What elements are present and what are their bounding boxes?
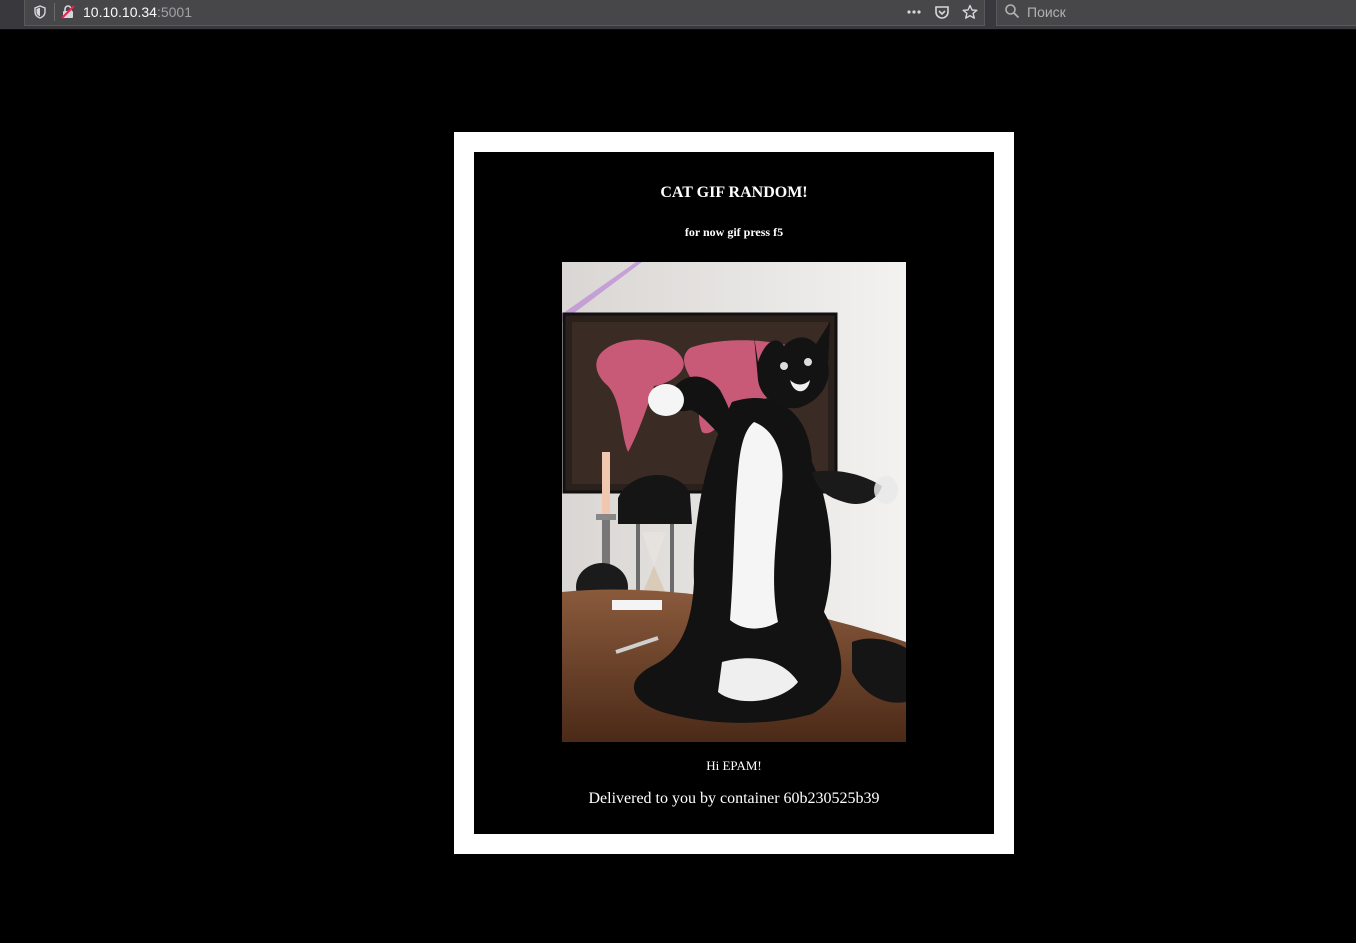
content-panel: CAT GIF RANDOM! for now gif press f5 Hi … <box>474 152 994 834</box>
container-footer: Delivered to you by container 60b230525b… <box>588 790 880 807</box>
page-title: CAT GIF RANDOM! <box>660 184 808 201</box>
bookmark-star-icon[interactable] <box>962 4 978 20</box>
shield-icon[interactable] <box>32 4 48 20</box>
url-text[interactable]: 10.10.10.34:5001 <box>83 4 192 20</box>
browser-toolbar: 10.10.10.34:5001 <box>0 0 1356 30</box>
url-separator <box>54 3 55 21</box>
search-input[interactable] <box>1027 3 1347 21</box>
address-bar[interactable]: 10.10.10.34:5001 <box>24 0 985 26</box>
pocket-icon[interactable] <box>934 4 950 20</box>
cat-gif-image <box>562 262 906 742</box>
content-frame: CAT GIF RANDOM! for now gif press f5 Hi … <box>454 132 1014 854</box>
search-bar[interactable] <box>996 0 1356 26</box>
cat-gif-illustration <box>562 262 906 742</box>
url-port: :5001 <box>156 4 193 20</box>
search-icon <box>1004 3 1020 19</box>
page-actions-icon[interactable] <box>906 4 922 20</box>
url-host: 10.10.10.34 <box>83 4 157 20</box>
insecure-lock-icon[interactable] <box>60 4 76 20</box>
page-subtitle: for now gif press f5 <box>684 225 784 239</box>
greeting-text: Hi EPAM! <box>706 758 762 773</box>
